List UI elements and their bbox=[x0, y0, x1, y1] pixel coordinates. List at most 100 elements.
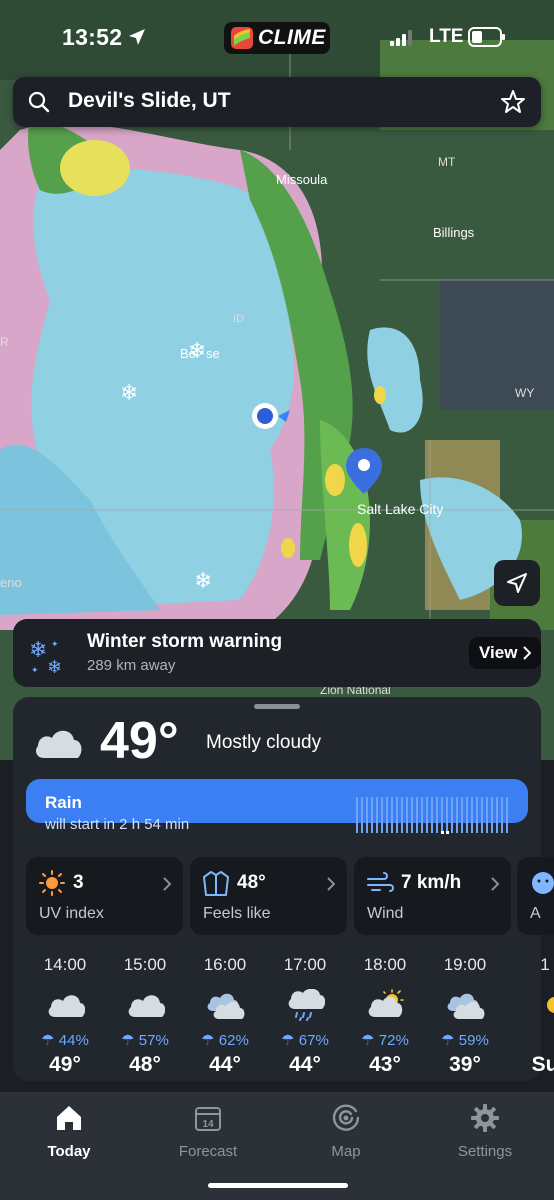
uv-index-tile[interactable]: 3 UV index bbox=[26, 857, 183, 935]
jacket-icon bbox=[203, 871, 229, 896]
face-icon bbox=[532, 872, 554, 894]
map-label-wy: WY bbox=[515, 386, 534, 400]
clime-logo-icon bbox=[231, 27, 253, 49]
clouds-icon bbox=[207, 993, 245, 1019]
map-label-id: ID bbox=[233, 313, 244, 325]
alert-title: Winter storm warning bbox=[87, 631, 283, 652]
air-quality-label: A bbox=[530, 905, 541, 922]
svg-text:14: 14 bbox=[202, 1119, 214, 1130]
view-alert-button[interactable]: View bbox=[469, 637, 541, 669]
hour-item[interactable]: 15:00 ☂ 57% 48° bbox=[105, 955, 185, 1075]
sun-cloud-icon bbox=[368, 989, 404, 1017]
umbrella-icon: ☂ bbox=[281, 1032, 295, 1049]
map-label-mt: MT bbox=[438, 155, 456, 169]
wind-icon bbox=[367, 872, 394, 892]
rain-subtitle: will start in 2 h 54 min bbox=[45, 816, 190, 833]
umbrella-icon: ☂ bbox=[361, 1032, 375, 1049]
brand-name: CLIME bbox=[258, 26, 326, 49]
hour-time: 19:00 bbox=[443, 955, 487, 974]
tab-forecast[interactable]: 14 Forecast bbox=[158, 1102, 258, 1160]
hour-time: 1 bbox=[540, 955, 550, 974]
hour-precip: 72% bbox=[378, 1032, 409, 1049]
uv-index-label: UV index bbox=[39, 905, 104, 922]
locate-me-button[interactable] bbox=[494, 560, 540, 606]
snowflake-icon: ❄ bbox=[188, 338, 206, 363]
map-label-r: R bbox=[0, 335, 9, 349]
location-arrow-icon bbox=[129, 29, 145, 45]
hour-precip: 62% bbox=[218, 1032, 249, 1049]
wind-label: Wind bbox=[367, 905, 404, 922]
hour-temp: 49° bbox=[49, 1053, 81, 1075]
gear-icon bbox=[471, 1104, 499, 1132]
network-label: LTE bbox=[429, 26, 464, 47]
battery-icon bbox=[468, 27, 505, 47]
hour-precip: 44% bbox=[58, 1032, 89, 1049]
hour-item[interactable]: 19:00 ☂ 59% 39° bbox=[425, 955, 505, 1075]
cloud-icon bbox=[36, 730, 82, 758]
chevron-right-icon bbox=[163, 877, 171, 891]
conditions-tiles[interactable]: 3 UV index 48° Feels like 7 km/h Wind A bbox=[26, 857, 554, 935]
hour-precip: 57% bbox=[138, 1032, 169, 1049]
svg-text:✦: ✦ bbox=[31, 665, 39, 675]
hour-time: 16:00 bbox=[203, 955, 247, 974]
rain-title: Rain bbox=[45, 793, 82, 812]
feels-like-tile[interactable]: 48° Feels like bbox=[190, 857, 347, 935]
tab-label: Map bbox=[331, 1143, 361, 1160]
calendar-icon: 14 bbox=[195, 1107, 221, 1131]
clouds-icon bbox=[447, 993, 485, 1019]
feels-like-label: Feels like bbox=[203, 905, 271, 922]
chevron-right-icon bbox=[327, 877, 335, 891]
umbrella-icon: ☂ bbox=[41, 1032, 55, 1049]
hour-item[interactable]: 1 Su bbox=[505, 955, 554, 1075]
uv-index-value: 3 bbox=[73, 872, 84, 893]
snowflake-icon: ❄ bbox=[120, 380, 138, 405]
rain-cloud-icon bbox=[288, 988, 326, 1021]
weather-alert-card[interactable]: ❄ ❄ ✦ ✦ Winter storm warning 289 km away… bbox=[13, 619, 541, 687]
navigation-arrow-icon bbox=[507, 573, 527, 593]
hour-time: 17:00 bbox=[283, 955, 327, 974]
sun-icon bbox=[39, 870, 65, 896]
hourly-forecast[interactable]: 14:00 ☂ 44% 49° 15:00 ☂ 57% 48° 16:00 ☂ … bbox=[0, 955, 554, 1075]
location-name: Devil's Slide, UT bbox=[68, 89, 231, 112]
wind-value: 7 km/h bbox=[401, 872, 462, 893]
tab-settings[interactable]: Settings bbox=[435, 1102, 535, 1160]
search-icon bbox=[28, 91, 50, 113]
brand-badge: CLIME bbox=[224, 22, 330, 54]
svg-text:✦: ✦ bbox=[51, 639, 59, 649]
status-bar: 13:52 CLIME LTE bbox=[0, 0, 554, 76]
home-icon bbox=[57, 1106, 81, 1130]
sun-icon bbox=[547, 997, 554, 1013]
map-label-boise-2: se bbox=[206, 346, 220, 361]
hour-temp: 44° bbox=[209, 1053, 241, 1075]
map-label-reno: eno bbox=[0, 575, 22, 590]
hour-temp: 43° bbox=[369, 1053, 401, 1075]
sheet-handle[interactable] bbox=[254, 704, 300, 709]
home-indicator bbox=[208, 1183, 348, 1188]
hour-temp: 48° bbox=[129, 1053, 161, 1075]
hour-item[interactable]: 18:00 ☂ 72% 43° bbox=[345, 955, 425, 1075]
location-search-bar[interactable]: Devil's Slide, UT bbox=[13, 77, 541, 127]
hour-item[interactable]: 16:00 ☂ 62% 44° bbox=[185, 955, 265, 1075]
wind-tile[interactable]: 7 km/h Wind bbox=[354, 857, 511, 935]
tab-today[interactable]: Today bbox=[19, 1102, 119, 1160]
hour-item[interactable]: 14:00 ☂ 44% 49° bbox=[25, 955, 105, 1075]
hour-temp: Su bbox=[531, 1053, 554, 1075]
chevron-right-icon bbox=[491, 877, 499, 891]
umbrella-icon: ☂ bbox=[441, 1032, 455, 1049]
snowflakes-icon: ❄ ❄ ✦ ✦ bbox=[29, 637, 62, 675]
hour-item[interactable]: 17:00 ☂ 67% 44° bbox=[265, 955, 345, 1075]
rain-nowcast-card[interactable]: Rain will start in 2 h 54 min bbox=[26, 779, 528, 834]
tab-map[interactable]: Map bbox=[296, 1102, 396, 1160]
chevron-right-icon bbox=[523, 646, 531, 660]
status-time: 13:52 bbox=[62, 24, 123, 50]
hour-temp: 44° bbox=[289, 1053, 321, 1075]
umbrella-icon: ☂ bbox=[201, 1032, 215, 1049]
current-condition: Mostly cloudy bbox=[206, 732, 322, 753]
air-quality-tile[interactable]: A bbox=[517, 857, 554, 935]
current-temperature: 49° bbox=[100, 712, 179, 770]
hour-precip: 67% bbox=[298, 1032, 329, 1049]
umbrella-icon: ☂ bbox=[121, 1032, 135, 1049]
tab-label: Today bbox=[47, 1143, 91, 1160]
feels-like-value: 48° bbox=[237, 872, 266, 893]
favorite-star-icon[interactable] bbox=[499, 88, 527, 116]
